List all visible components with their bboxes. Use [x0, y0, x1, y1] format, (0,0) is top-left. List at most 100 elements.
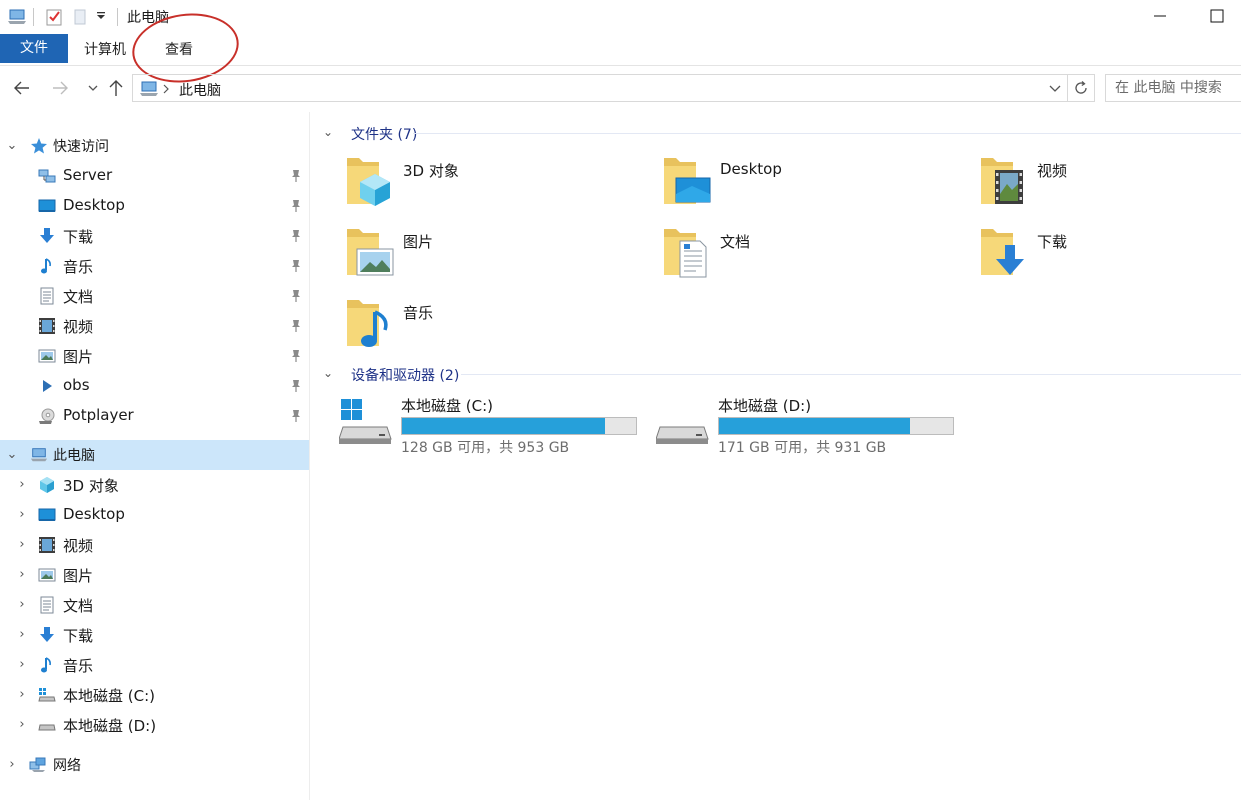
pin-icon[interactable] [290, 169, 302, 183]
pin-icon[interactable] [290, 319, 302, 333]
download-icon [40, 228, 54, 243]
chevron-right-icon[interactable]: › [15, 717, 29, 732]
chevron-right-icon[interactable]: › [15, 627, 29, 642]
network-icon [29, 757, 46, 772]
nav-item-videos[interactable]: › 视频 [0, 530, 309, 560]
back-icon[interactable] [11, 76, 33, 100]
drive-name: 本地磁盘 (C:) [401, 397, 493, 415]
capacity-bar [401, 417, 637, 435]
chevron-right-icon[interactable]: › [5, 757, 19, 772]
picture-icon [38, 349, 56, 363]
chevron-right-icon[interactable] [162, 84, 170, 94]
folder-desktop[interactable]: Desktop [662, 154, 962, 218]
drive-d[interactable]: 本地磁盘 (D:) 171 GB 可用，共 931 GB [656, 395, 966, 456]
nav-quick-access[interactable]: ⌄ 快速访问 [0, 131, 309, 161]
nav-item-pictures[interactable]: 图片 [0, 341, 309, 371]
nav-item-documents[interactable]: › 文档 [0, 590, 309, 620]
video-icon [39, 318, 55, 334]
disc-icon [39, 408, 55, 424]
tab-file[interactable]: 文件 [0, 34, 68, 63]
pin-icon[interactable] [290, 229, 302, 243]
nav-item-server[interactable]: Server [0, 161, 309, 191]
desktop-icon [38, 199, 56, 212]
nav-label: 文档 [63, 597, 94, 615]
pin-icon[interactable] [290, 409, 302, 423]
chevron-down-icon[interactable]: ⌄ [5, 138, 19, 153]
chevron-down-icon[interactable]: ⌄ [323, 125, 333, 139]
navigation-pane: ⌄ 快速访问 Server Desktop 下载 音乐 文档 视频 图片 obs… [0, 112, 310, 800]
chevron-right-icon[interactable]: › [15, 537, 29, 552]
group-drives[interactable]: ⌄ 设备和驱动器 (2) [323, 364, 1223, 386]
chevron-right-icon[interactable]: › [15, 507, 29, 522]
chevron-right-icon[interactable]: › [15, 687, 29, 702]
address-bar[interactable]: 此电脑 [132, 74, 1068, 102]
pin-icon[interactable] [290, 199, 302, 213]
divider [33, 8, 34, 26]
nav-item-desktop[interactable]: Desktop [0, 191, 309, 221]
nav-item-music[interactable]: 音乐 [0, 251, 309, 281]
video-icon [39, 537, 55, 553]
chevron-down-icon[interactable]: ⌄ [323, 366, 333, 380]
chevron-right-icon[interactable]: › [15, 567, 29, 582]
nav-item-videos[interactable]: 视频 [0, 311, 309, 341]
folder-documents[interactable]: 文档 [662, 225, 962, 289]
folder-music[interactable]: 音乐 [345, 296, 645, 360]
folder-downloads[interactable]: 下载 [979, 225, 1241, 289]
nav-item-3d-objects[interactable]: › 3D 对象 [0, 470, 309, 500]
ribbon-tabs: 文件 计算机 查看 [0, 34, 1241, 66]
nav-item-drive-c[interactable]: › 本地磁盘 (C:) [0, 680, 309, 710]
nav-item-obs[interactable]: obs [0, 371, 309, 401]
refresh-icon [1075, 81, 1087, 94]
refresh-button[interactable] [1068, 74, 1095, 102]
pin-icon[interactable] [290, 259, 302, 273]
nav-network[interactable]: › 网络 [0, 750, 309, 780]
download-icon [981, 229, 1024, 275]
nav-item-drive-d[interactable]: › 本地磁盘 (D:) [0, 710, 309, 740]
3d-objects-icon [347, 158, 390, 206]
nav-item-potplayer[interactable]: Potplayer [0, 401, 309, 431]
pin-icon[interactable] [290, 289, 302, 303]
nav-this-pc[interactable]: ⌄ 此电脑 [0, 440, 309, 470]
nav-item-pictures[interactable]: › 图片 [0, 560, 309, 590]
nav-label: 视频 [63, 537, 94, 555]
nav-item-downloads[interactable]: 下载 [0, 221, 309, 251]
nav-label: 网络 [53, 758, 81, 774]
properties-icon[interactable] [45, 8, 63, 26]
chevron-down-icon[interactable] [1049, 84, 1061, 94]
nav-label: 下载 [63, 627, 94, 645]
nav-item-downloads[interactable]: › 下载 [0, 620, 309, 650]
tab-view[interactable]: 查看 [165, 34, 193, 66]
search-input[interactable] [1106, 75, 1241, 101]
picture-icon [347, 229, 394, 276]
nav-label: 本地磁盘 (C:) [63, 687, 155, 705]
pin-icon[interactable] [290, 349, 302, 363]
chevron-right-icon[interactable]: › [15, 477, 29, 492]
up-icon[interactable] [105, 76, 127, 100]
nav-label: 下载 [63, 228, 94, 246]
chevron-right-icon[interactable]: › [15, 657, 29, 672]
folder-videos[interactable]: 视频 [979, 154, 1241, 218]
play-icon [43, 380, 52, 392]
nav-item-documents[interactable]: 文档 [0, 281, 309, 311]
maximize-icon[interactable] [1207, 6, 1227, 26]
pin-icon[interactable] [290, 379, 302, 393]
breadcrumb[interactable]: 此电脑 [179, 80, 221, 100]
chevron-down-icon[interactable]: ⌄ [5, 447, 19, 462]
divider [117, 8, 118, 26]
folder-3d-objects[interactable]: 3D 对象 [345, 154, 645, 218]
customize-toolbar-icon[interactable] [96, 12, 106, 20]
minimize-icon[interactable] [1150, 6, 1170, 26]
nav-item-music[interactable]: › 音乐 [0, 650, 309, 680]
new-folder-icon[interactable] [72, 8, 88, 26]
nav-label: 文档 [63, 288, 94, 306]
recent-locations-icon[interactable] [82, 76, 104, 100]
chevron-right-icon[interactable]: › [15, 597, 29, 612]
group-folders[interactable]: ⌄ 文件夹 (7) [323, 123, 1223, 145]
tab-computer[interactable]: 计算机 [84, 34, 126, 66]
search-box[interactable] [1105, 74, 1241, 102]
music-icon [347, 300, 388, 347]
nav-item-desktop[interactable]: › Desktop [0, 500, 309, 530]
folder-pictures[interactable]: 图片 [345, 225, 645, 289]
drive-c[interactable]: 本地磁盘 (C:) 128 GB 可用，共 953 GB [339, 395, 649, 456]
forward-icon[interactable] [49, 76, 71, 100]
